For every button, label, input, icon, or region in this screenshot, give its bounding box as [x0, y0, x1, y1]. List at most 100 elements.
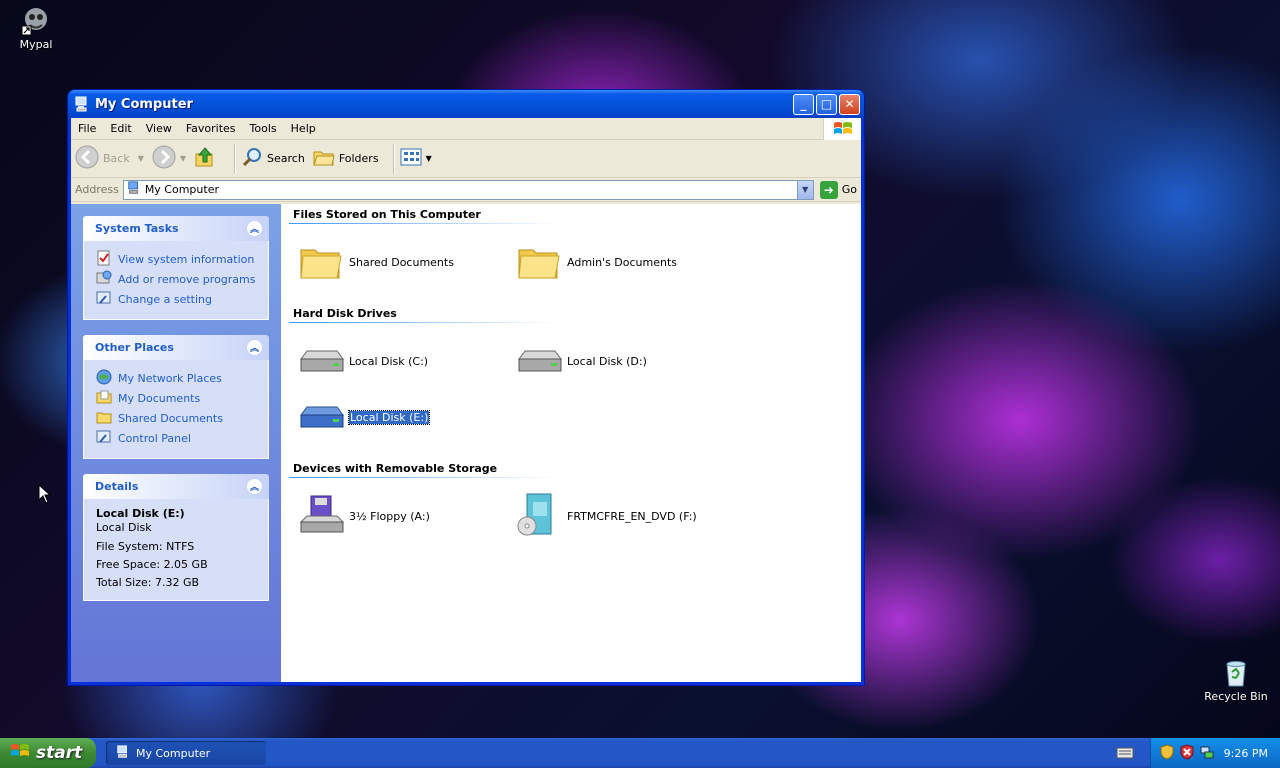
- go-button[interactable]: ➜ Go: [819, 180, 857, 199]
- collapse-chevron-icon[interactable]: ︽: [246, 220, 263, 237]
- windows-flag-icon: [10, 742, 30, 765]
- collapse-chevron-icon[interactable]: ︽: [246, 339, 263, 356]
- menu-help[interactable]: Help: [284, 122, 323, 135]
- desktop-icon-mypal[interactable]: Mypal: [0, 4, 72, 51]
- windows-logo-icon: [823, 118, 861, 140]
- back-button[interactable]: Back ▼: [75, 145, 144, 172]
- folder-icon: [515, 238, 563, 286]
- desktop-icon-label: Mypal: [19, 38, 53, 51]
- back-arrow-icon: [75, 145, 99, 172]
- place-label: Shared Documents: [118, 411, 223, 425]
- group-divider: [289, 322, 559, 323]
- place-my-documents[interactable]: My Documents: [96, 388, 258, 408]
- taskbar-button-my-computer[interactable]: My Computer: [106, 741, 266, 765]
- desktop-icon-recycle-bin[interactable]: Recycle Bin: [1200, 656, 1272, 703]
- item-label: Local Disk (C:): [349, 354, 429, 368]
- toolbar-separator: [234, 143, 236, 174]
- place-my-network-places[interactable]: My Network Places: [96, 368, 258, 388]
- back-dropdown-icon[interactable]: ▼: [138, 154, 144, 163]
- menu-view[interactable]: View: [139, 122, 179, 135]
- task-add-remove-programs[interactable]: Add or remove programs: [96, 269, 258, 289]
- place-label: Control Panel: [118, 431, 191, 445]
- system-tray: 9:26 PM: [1150, 738, 1280, 768]
- up-folder-button[interactable]: [194, 146, 220, 171]
- item-local-disk-e[interactable]: Local Disk (E:): [297, 393, 431, 441]
- group-drives-header: Hard Disk Drives: [293, 307, 397, 320]
- item-admins-documents[interactable]: Admin's Documents: [515, 238, 677, 286]
- details-type: Local Disk: [96, 521, 152, 534]
- folder-icon: [96, 409, 112, 428]
- go-label: Go: [841, 183, 857, 196]
- file-view: Files Stored on This Computer Shared Doc…: [281, 204, 861, 682]
- clock[interactable]: 9:26 PM: [1224, 747, 1268, 760]
- search-button[interactable]: Search: [241, 146, 305, 171]
- place-shared-documents[interactable]: Shared Documents: [96, 408, 258, 428]
- item-local-disk-c[interactable]: Local Disk (C:): [297, 337, 428, 385]
- group-divider: [289, 477, 559, 478]
- item-label: Local Disk (D:): [567, 354, 647, 368]
- close-button[interactable]: ✕: [839, 93, 860, 115]
- back-label: Back: [103, 152, 130, 165]
- my-computer-icon: [127, 181, 141, 198]
- my-computer-icon: [74, 96, 90, 112]
- start-button[interactable]: start: [0, 738, 96, 768]
- item-floppy-a[interactable]: 3½ Floppy (A:): [297, 492, 430, 540]
- menu-favorites[interactable]: Favorites: [179, 122, 243, 135]
- window-body: File Edit View Favorites Tools Help Back…: [71, 118, 861, 682]
- mouse-cursor-icon: [38, 483, 52, 507]
- folders-button[interactable]: Folders: [313, 147, 379, 170]
- task-view-system-information[interactable]: View system information: [96, 249, 258, 269]
- system-tasks-header[interactable]: System Tasks ︽: [83, 216, 269, 241]
- maximize-button[interactable]: □: [816, 93, 837, 115]
- keyboard-icon[interactable]: [1116, 746, 1134, 763]
- desktop-icon-label: Recycle Bin: [1204, 690, 1268, 703]
- recycle-bin-icon: [1220, 656, 1252, 688]
- network-tray-icon[interactable]: [1199, 744, 1215, 763]
- system-tasks-body: View system information Add or remove pr…: [83, 241, 269, 320]
- forward-button[interactable]: ▼: [152, 145, 186, 172]
- task-change-setting[interactable]: Change a setting: [96, 289, 258, 309]
- views-button[interactable]: ▼: [400, 148, 432, 169]
- go-arrow-icon: ➜: [819, 180, 838, 199]
- hard-disk-icon: [515, 337, 563, 385]
- system-info-icon: [96, 250, 112, 269]
- minimize-button[interactable]: _: [793, 93, 814, 115]
- floppy-drive-icon: [297, 492, 345, 540]
- details-title: Details: [95, 480, 139, 493]
- item-shared-documents[interactable]: Shared Documents: [297, 238, 454, 286]
- security-shield-icon[interactable]: [1159, 743, 1175, 763]
- task-pane: System Tasks ︽ View system information A…: [71, 204, 281, 682]
- place-control-panel[interactable]: Control Panel: [96, 428, 258, 448]
- menu-tools[interactable]: Tools: [243, 122, 284, 135]
- address-input[interactable]: My Computer ▼: [122, 179, 814, 200]
- address-dropdown-icon[interactable]: ▼: [796, 180, 813, 199]
- forward-dropdown-icon[interactable]: ▼: [180, 154, 186, 163]
- search-icon: [241, 146, 263, 171]
- details-total-size: Total Size: 7.32 GB: [96, 576, 200, 589]
- my-computer-window: My Computer _ □ ✕ File Edit View Favorit…: [67, 89, 865, 686]
- hard-disk-selected-icon: [297, 393, 345, 441]
- item-local-disk-d[interactable]: Local Disk (D:): [515, 337, 647, 385]
- control-panel-icon: [96, 429, 112, 448]
- toolbar-separator: [392, 143, 394, 174]
- maximize-icon: □: [820, 97, 833, 111]
- details-file-system: File System: NTFS: [96, 540, 195, 553]
- start-label: start: [36, 743, 83, 763]
- menu-edit[interactable]: Edit: [103, 122, 138, 135]
- item-dvd-f[interactable]: FRTMCFRE_EN_DVD (F:): [515, 492, 697, 540]
- item-label: Local Disk (E:): [347, 409, 431, 425]
- menu-file[interactable]: File: [71, 122, 103, 135]
- folders-label: Folders: [338, 152, 379, 165]
- up-folder-icon: [194, 146, 216, 171]
- details-body: Local Disk (E:) Local Disk File System: …: [83, 499, 269, 601]
- security-alert-icon[interactable]: [1179, 743, 1195, 763]
- group-divider: [289, 223, 559, 224]
- control-panel-icon: [96, 290, 112, 309]
- my-computer-icon: [116, 744, 130, 762]
- task-label: Add or remove programs: [118, 272, 256, 286]
- other-places-header[interactable]: Other Places ︽: [83, 335, 269, 360]
- collapse-chevron-icon[interactable]: ︽: [246, 478, 263, 495]
- details-header[interactable]: Details ︽: [83, 474, 269, 499]
- details-name: Local Disk (E:): [96, 507, 185, 520]
- title-bar[interactable]: My Computer _ □ ✕: [68, 90, 864, 118]
